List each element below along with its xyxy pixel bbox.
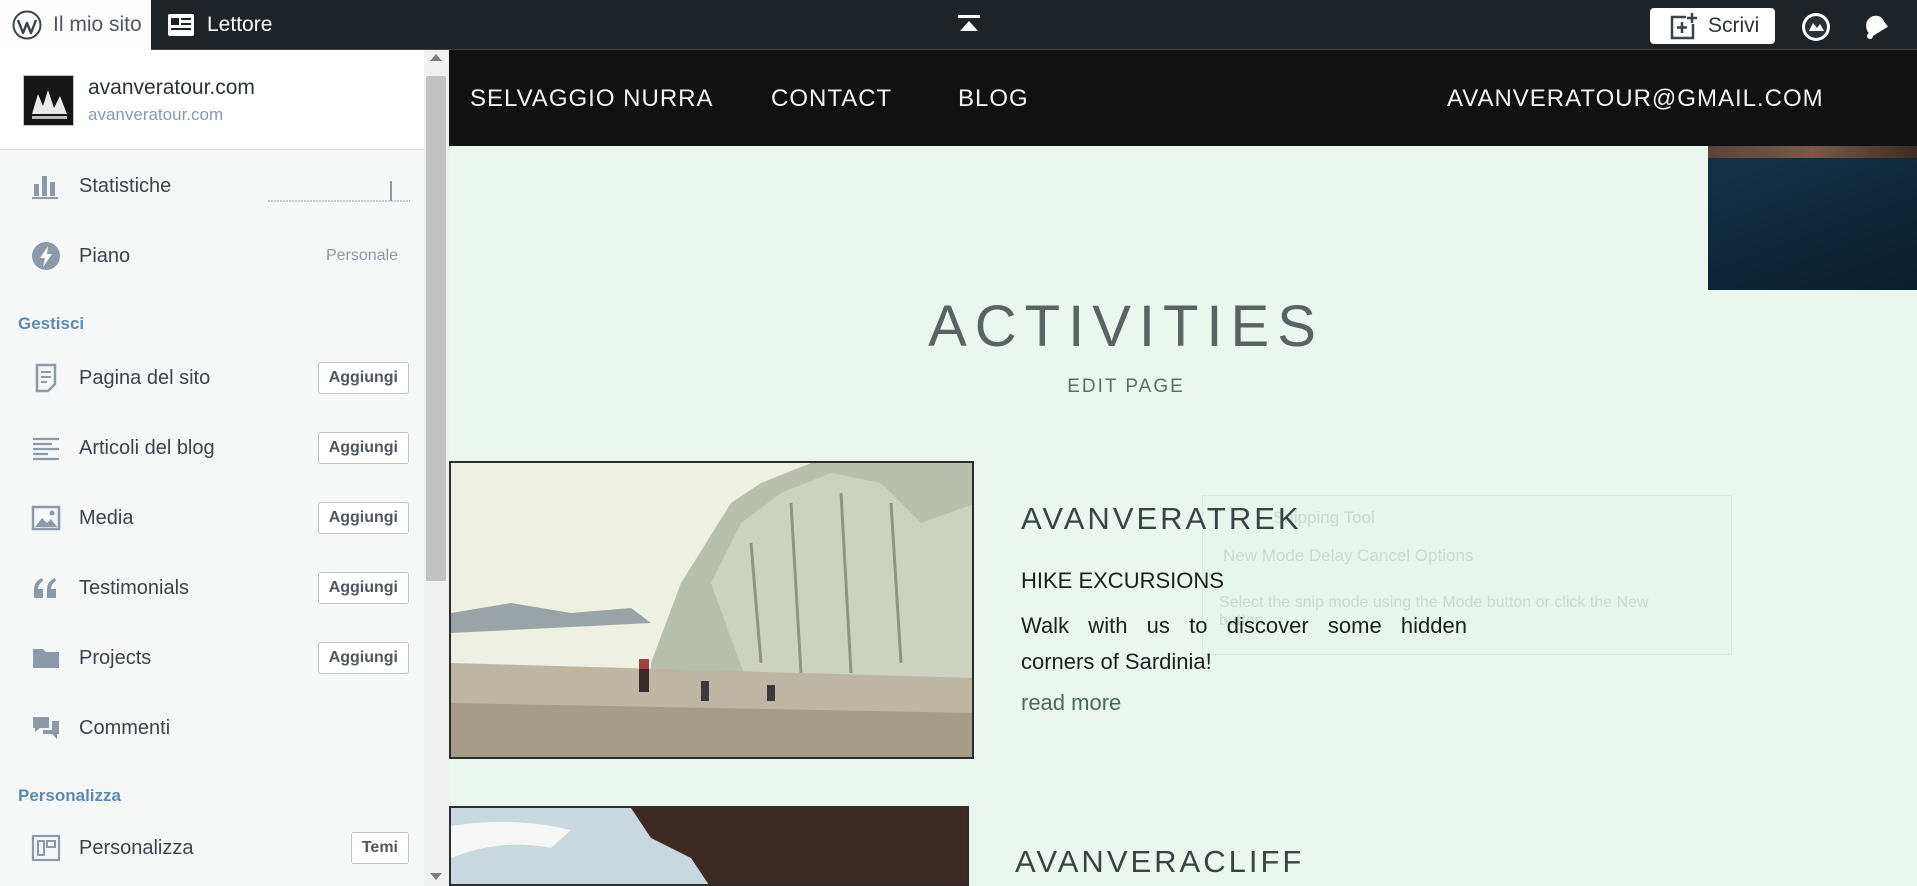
nav-link-selvaggio-nurra[interactable]: SELVAGGIO NURRA — [470, 85, 714, 113]
pages-label: Pagina del sito — [79, 366, 211, 389]
read-more-link[interactable]: read more — [1021, 690, 1121, 716]
write-label: Scrivi — [1708, 14, 1760, 37]
reader-label: Lettore — [207, 13, 273, 36]
ghost-toolbar: New Mode Delay Cancel Options — [1223, 546, 1474, 565]
sidebar-item-customize[interactable]: Personalizza Temi — [0, 823, 425, 873]
quote-icon — [34, 578, 56, 598]
media-label: Media — [79, 506, 134, 529]
card-title-avanveracliff[interactable]: AVANVERACLIFF — [1015, 844, 1304, 880]
site-url[interactable]: avanveratour.com — [88, 105, 223, 125]
plan-bolt-icon — [32, 242, 60, 270]
nav-link-contact[interactable]: CONTACT — [771, 85, 892, 113]
media-icon — [31, 505, 61, 531]
site-card[interactable]: avanveratour.com avanveratour.com — [0, 50, 425, 150]
card-title-avanveratrek[interactable]: AVANVERATREK — [1021, 501, 1302, 537]
sidebar-item-plan[interactable]: Piano Personale — [0, 231, 425, 281]
comments-label: Commenti — [79, 716, 171, 739]
sidebar-item-stats[interactable]: Statistiche — [0, 161, 425, 211]
scroll-up-arrow-icon[interactable] — [430, 54, 442, 61]
sidebar-item-projects[interactable]: Projects Aggiungi — [0, 633, 425, 683]
card-subtitle: HIKE EXCURSIONS — [1021, 568, 1224, 593]
themes-button[interactable]: Temi — [350, 832, 409, 864]
nav-email-link[interactable]: AVANVERATOUR@GMAIL.COM — [1447, 85, 1824, 113]
new-post-icon — [1670, 12, 1698, 40]
projects-label: Projects — [79, 646, 152, 669]
plan-label: Piano — [79, 244, 131, 267]
notifications-icon[interactable] — [1860, 11, 1890, 41]
card-description: Walk with us to discover some hidden cor… — [1021, 613, 1467, 674]
site-navigation: SELVAGGIO NURRA CONTACT BLOG AVANVERATOU… — [449, 50, 1917, 146]
reader-icon — [168, 14, 194, 36]
write-button[interactable]: Scrivi — [1650, 8, 1775, 44]
my-site-label: Il mio sito — [53, 13, 142, 36]
posts-icon — [33, 437, 59, 461]
sidebar-item-comments[interactable]: Commenti — [0, 703, 425, 753]
stats-label: Statistiche — [79, 174, 172, 197]
activity-image-cliff[interactable] — [449, 806, 969, 886]
site-preview: SELVAGGIO NURRA CONTACT BLOG AVANVERATOU… — [449, 50, 1917, 886]
reader-button[interactable]: Lettore — [151, 0, 272, 50]
page-title: ACTIVITIES — [928, 294, 1324, 359]
add-testimonial-button[interactable]: Aggiungi — [317, 572, 409, 604]
scrollbar-thumb[interactable] — [426, 76, 446, 581]
plan-note: Personale — [325, 247, 398, 264]
stats-sparkline — [268, 181, 410, 202]
activity-image-trek[interactable] — [449, 461, 974, 759]
folder-icon — [33, 649, 59, 668]
customize-icon — [31, 834, 61, 862]
customize-label: Personalizza — [79, 836, 194, 859]
sidebar-item-testimonials[interactable]: Testimonials Aggiungi — [0, 563, 425, 613]
sidebar-scrollbar[interactable] — [424, 50, 449, 886]
comments-icon — [33, 717, 59, 739]
header-image-rock — [1708, 146, 1917, 158]
site-name[interactable]: avanveratour.com — [88, 76, 255, 100]
my-site-button[interactable]: Il mio sito — [0, 0, 151, 50]
site-logo-icon — [23, 75, 74, 126]
sidebar: avanveratour.com avanveratour.com Statis… — [0, 50, 449, 886]
add-post-button[interactable]: Aggiungi — [317, 432, 409, 464]
sidebar-item-media[interactable]: Media Aggiungi — [0, 493, 425, 543]
header-image — [1708, 146, 1917, 290]
posts-label: Articoli del blog — [79, 436, 215, 459]
admin-bar: Il mio sito Lettore Scrivi — [0, 0, 1917, 50]
collapse-up-icon[interactable] — [957, 14, 981, 34]
scroll-down-arrow-icon[interactable] — [430, 873, 442, 880]
add-project-button[interactable]: Aggiungi — [317, 642, 409, 674]
nav-link-blog[interactable]: BLOG — [958, 85, 1029, 113]
manage-section-heading: Gestisci — [18, 314, 85, 333]
personalize-section-heading: Personalizza — [18, 786, 121, 805]
sidebar-item-pages[interactable]: Pagina del sito Aggiungi — [0, 353, 425, 403]
avatar-icon[interactable] — [1800, 11, 1832, 43]
edit-page-link[interactable]: EDIT PAGE — [898, 376, 1354, 398]
wordpress-logo-icon — [12, 10, 42, 40]
add-media-button[interactable]: Aggiungi — [317, 502, 409, 534]
sidebar-item-posts[interactable]: Articoli del blog Aggiungi — [0, 423, 425, 473]
bar-chart-icon — [32, 176, 58, 199]
add-page-button[interactable]: Aggiungi — [317, 362, 409, 394]
page-icon — [35, 363, 57, 393]
testimonials-label: Testimonials — [79, 576, 190, 599]
